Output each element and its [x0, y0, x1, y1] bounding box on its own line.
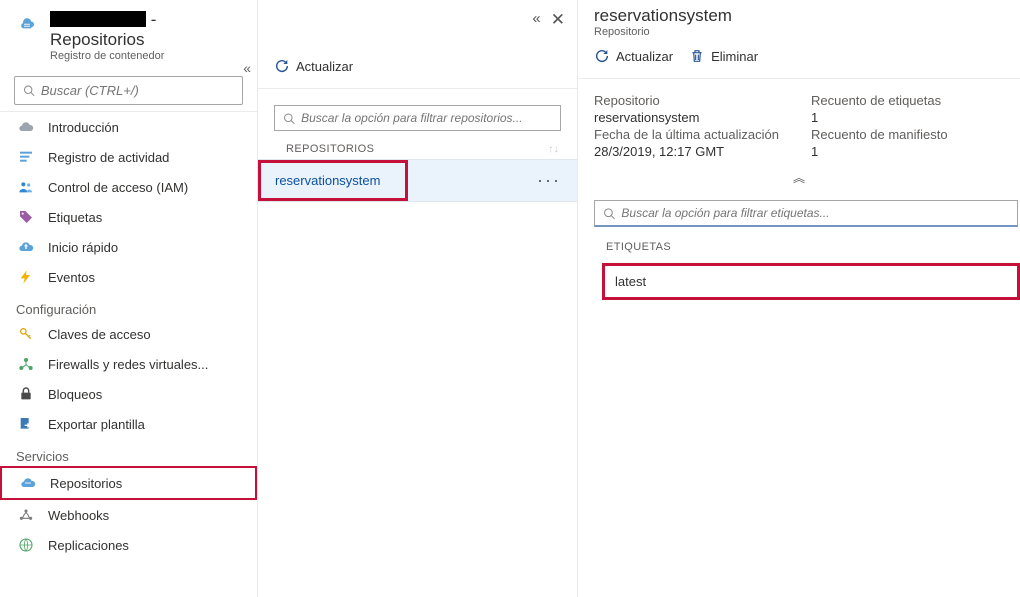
sidebar-item-label: Replicaciones: [48, 538, 129, 553]
sidebar-item-repositories[interactable]: Repositorios: [0, 466, 257, 500]
sidebar-item-access-keys[interactable]: Claves de acceso: [0, 319, 257, 349]
webhook-icon: [18, 507, 34, 523]
repo-filter-input[interactable]: [301, 111, 552, 125]
detail-subtitle: Repositorio: [594, 26, 1004, 38]
sidebar-item-label: Eventos: [48, 270, 95, 285]
row-more-icon[interactable]: ···: [521, 170, 577, 191]
sidebar-item-label: Inicio rápido: [48, 240, 118, 255]
page-subtitle: Registro de contenedor: [50, 50, 243, 62]
tag-row[interactable]: latest: [602, 263, 1020, 300]
redacted-name: [50, 11, 146, 27]
globe-icon: [18, 537, 34, 553]
cloud-icon: [18, 119, 34, 135]
close-icon[interactable]: ✕: [551, 10, 565, 30]
lightning-icon: [18, 269, 34, 285]
sidebar-header: - Repositorios Registro de contenedor: [0, 0, 257, 68]
sidebar-scroll[interactable]: Introducción Registro de actividad Contr…: [0, 111, 257, 597]
repo-row[interactable]: reservationsystem ···: [258, 159, 577, 202]
sort-icon[interactable]: ↑↓: [548, 144, 559, 155]
sidebar-item-label: Introducción: [48, 120, 119, 135]
tag-icon: [18, 209, 34, 225]
repo-filter[interactable]: [274, 105, 561, 131]
repositories-panel: « ✕ Actualizar REPOSITORIOS ↑↓ reservati…: [258, 0, 578, 597]
collapse-panel-icon[interactable]: «: [532, 10, 540, 27]
delete-label: Eliminar: [711, 49, 758, 64]
refresh-label: Actualizar: [296, 59, 353, 74]
sidebar-item-label: Control de acceso (IAM): [48, 180, 188, 195]
prop-value-manifest: 1: [811, 144, 1004, 159]
repo-name[interactable]: reservationsystem: [258, 160, 408, 201]
sidebar-section-config: Configuración: [0, 292, 257, 319]
repo-column-header[interactable]: REPOSITORIOS ↑↓: [258, 141, 577, 159]
repositories-icon: [20, 475, 36, 491]
tag-filter[interactable]: [594, 200, 1018, 227]
sidebar-search-input[interactable]: [41, 83, 234, 98]
people-icon: [18, 179, 34, 195]
sidebar-item-replications[interactable]: Replicaciones: [0, 530, 257, 560]
repositories-toolbar: Actualizar: [258, 50, 577, 89]
detail-title: reservationsystem: [594, 6, 1004, 26]
container-registry-icon: [14, 14, 40, 36]
tag-filter-input[interactable]: [621, 206, 1009, 220]
collapse-properties-icon[interactable]: ︽: [578, 167, 1020, 192]
sidebar-item-label: Claves de acceso: [48, 327, 151, 342]
sidebar-item-label: Firewalls y redes virtuales...: [48, 357, 208, 372]
refresh-button[interactable]: Actualizar: [274, 58, 353, 74]
lock-icon: [18, 386, 34, 402]
delete-button[interactable]: Eliminar: [689, 48, 758, 64]
page-title: - Repositorios: [50, 10, 243, 50]
sidebar-item-iam[interactable]: Control de acceso (IAM): [0, 172, 257, 202]
key-icon: [18, 326, 34, 342]
sidebar-item-locks[interactable]: Bloqueos: [0, 379, 257, 409]
trash-icon: [689, 48, 705, 64]
sidebar-item-label: Registro de actividad: [48, 150, 169, 165]
prop-value-updated: 28/3/2019, 12:17 GMT: [594, 144, 787, 159]
prop-label-updated: Fecha de la última actualización: [594, 127, 787, 142]
search-icon: [283, 112, 295, 125]
refresh-icon: [274, 58, 290, 74]
tags-column-header: ETIQUETAS: [578, 235, 1020, 257]
column-label: REPOSITORIOS: [286, 143, 374, 155]
sidebar-item-label: Webhooks: [48, 508, 109, 523]
sidebar-item-tags[interactable]: Etiquetas: [0, 202, 257, 232]
sidebar-item-firewalls[interactable]: Firewalls y redes virtuales...: [0, 349, 257, 379]
activity-log-icon: [18, 149, 34, 165]
collapse-sidebar-icon[interactable]: «: [243, 60, 251, 76]
prop-label-repo: Repositorio: [594, 93, 787, 108]
sidebar-item-quickstart[interactable]: Inicio rápido: [0, 232, 257, 262]
network-icon: [18, 356, 34, 372]
repository-detail-panel: reservationsystem Repositorio Actualizar…: [578, 0, 1020, 597]
sidebar: - Repositorios Registro de contenedor « …: [0, 0, 258, 597]
search-icon: [603, 207, 615, 220]
refresh-button[interactable]: Actualizar: [594, 48, 673, 64]
tag-name: latest: [615, 274, 646, 289]
sidebar-item-export-template[interactable]: Exportar plantilla: [0, 409, 257, 439]
sidebar-item-events[interactable]: Eventos: [0, 262, 257, 292]
sidebar-item-overview[interactable]: Introducción: [0, 112, 257, 142]
cloud-up-icon: [18, 239, 34, 255]
search-icon: [23, 84, 35, 97]
sidebar-section-services: Servicios: [0, 439, 257, 466]
sidebar-item-webhooks[interactable]: Webhooks: [0, 500, 257, 530]
refresh-icon: [594, 48, 610, 64]
sidebar-item-label: Etiquetas: [48, 210, 102, 225]
detail-toolbar: Actualizar Eliminar: [578, 40, 1020, 79]
sidebar-search[interactable]: [14, 76, 243, 105]
detail-properties: Repositorio Recuento de etiquetas reserv…: [578, 79, 1020, 167]
sidebar-item-label: Repositorios: [50, 476, 122, 491]
sidebar-item-label: Bloqueos: [48, 387, 102, 402]
refresh-label: Actualizar: [616, 49, 673, 64]
sidebar-item-activity-log[interactable]: Registro de actividad: [0, 142, 257, 172]
prop-label-manifest: Recuento de manifiesto: [811, 127, 1004, 142]
export-icon: [18, 416, 34, 432]
prop-label-tagcount: Recuento de etiquetas: [811, 93, 1004, 108]
sidebar-item-label: Exportar plantilla: [48, 417, 145, 432]
prop-value-repo: reservationsystem: [594, 110, 787, 125]
prop-value-tagcount: 1: [811, 110, 1004, 125]
